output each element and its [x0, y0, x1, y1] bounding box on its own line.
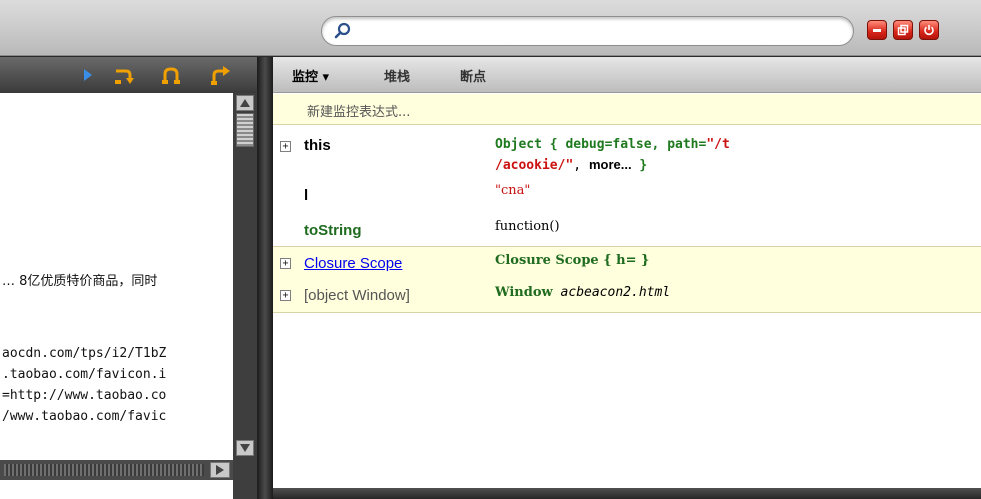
script-pane: … 8亿优质特价商品，同时 aocdn.com/tps/i2/T1bZ .tao… — [0, 57, 266, 499]
value-text: false — [612, 137, 652, 152]
watch-name[interactable]: toString — [304, 222, 362, 239]
status-bar — [273, 488, 981, 499]
source-line: /www.taobao.com/favic — [2, 409, 167, 424]
value-text: Window — [495, 285, 553, 300]
minimize-button[interactable] — [867, 20, 887, 40]
play-icon[interactable] — [76, 64, 98, 86]
source-line: =http://www.taobao.co — [2, 388, 167, 403]
expand-icon[interactable]: + — [280, 141, 291, 152]
source-line: aocdn.com/tps/i2/T1bZ — [2, 346, 167, 361]
source-line: … 8亿优质特价商品，同时 — [2, 274, 158, 289]
watch-name[interactable]: l — [304, 187, 308, 204]
watch-name[interactable]: this — [304, 137, 331, 154]
horizontal-scrollbar[interactable] — [0, 460, 233, 480]
close-button[interactable] — [919, 20, 939, 40]
step-out-icon[interactable] — [208, 64, 230, 86]
watch-row-closure: + Closure Scope Closure Scope { h= } — [273, 246, 981, 280]
side-panel-tabs: 监控 ▾ 堆栈 断点 — [273, 57, 981, 93]
watch-value[interactable]: Closure Scope { h= } — [495, 253, 649, 268]
value-text: } — [631, 158, 648, 173]
watch-value[interactable]: Object { debug=false, path="/t — [495, 137, 730, 152]
scroll-down-button[interactable] — [236, 440, 254, 456]
minimize-icon — [873, 29, 881, 32]
new-watch-expression-label: 新建监控表达式... — [307, 105, 411, 120]
debugger-toolbar — [0, 57, 266, 91]
scroll-thumb[interactable] — [236, 113, 254, 147]
value-file: acbeacon2.html — [560, 285, 671, 300]
new-watch-expression[interactable]: 新建监控表达式... — [273, 94, 981, 125]
source-view[interactable]: … 8亿优质特价商品，同时 aocdn.com/tps/i2/T1bZ .tao… — [0, 93, 233, 499]
scroll-thumb[interactable] — [4, 464, 204, 476]
top-toolbar — [0, 0, 981, 56]
watch-name[interactable]: [object Window] — [304, 287, 410, 304]
watch-pane: 监控 ▾ 堆栈 断点 新建监控表达式... + this Object { de… — [273, 57, 981, 488]
restore-icon — [897, 24, 909, 36]
value-text: , path= — [651, 137, 707, 152]
search-box[interactable] — [321, 16, 854, 46]
step-into-icon[interactable] — [160, 64, 182, 86]
value-string: /acookie/" — [495, 158, 574, 173]
tab-watch[interactable]: 监控 ▾ — [292, 66, 329, 85]
tab-stack[interactable]: 堆栈 — [384, 66, 410, 85]
watch-value-continued[interactable]: /acookie/", more... } — [495, 157, 647, 173]
watch-value[interactable]: "cna" — [495, 183, 530, 198]
value-string: "/t — [706, 137, 730, 152]
watch-value[interactable]: function() — [495, 219, 560, 234]
tab-breakpoints[interactable]: 断点 — [460, 66, 486, 85]
closure-scope-link[interactable]: Closure Scope — [304, 255, 402, 272]
restore-button[interactable] — [893, 20, 913, 40]
power-icon — [924, 25, 934, 36]
pane-splitter[interactable] — [257, 57, 273, 499]
more-link[interactable]: more... — [589, 157, 632, 172]
scroll-up-button[interactable] — [236, 95, 254, 111]
search-input[interactable] — [358, 21, 838, 41]
vertical-scrollbar[interactable] — [233, 93, 257, 499]
triangle-down-icon — [240, 444, 250, 452]
watch-value[interactable]: Window acbeacon2.html — [495, 285, 670, 300]
expand-icon[interactable]: + — [280, 290, 291, 301]
value-text: Object { debug= — [495, 137, 613, 152]
triangle-right-icon — [216, 465, 224, 475]
step-over-icon[interactable] — [112, 64, 134, 86]
scroll-right-button[interactable] — [210, 462, 230, 478]
source-line: .taobao.com/favicon.i — [2, 367, 167, 382]
watch-row-window: + [object Window] Window acbeacon2.html — [273, 279, 981, 313]
search-icon — [334, 22, 351, 39]
triangle-up-icon — [240, 99, 250, 107]
expand-icon[interactable]: + — [280, 258, 291, 269]
watch-row-this: + this Object { debug=false, path="/t /a… — [273, 127, 981, 239]
